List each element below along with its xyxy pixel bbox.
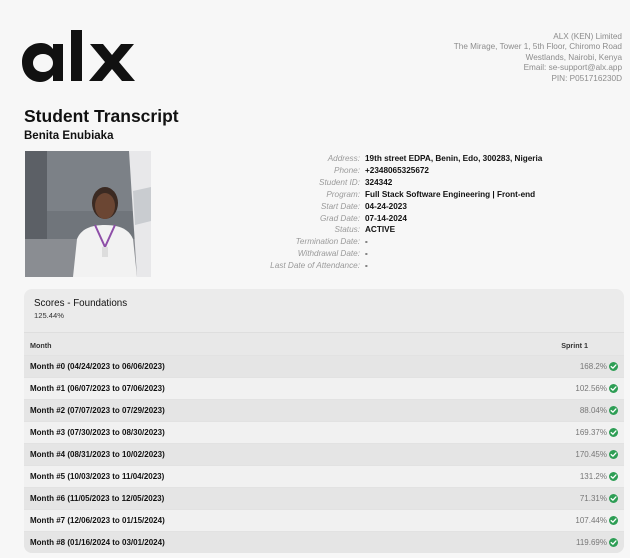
scores-title: Scores - Foundations [34, 298, 128, 309]
detail-label: Status: [334, 225, 361, 235]
sprint-score: 169.37% [575, 428, 607, 437]
sprint-score: 170.45% [575, 450, 607, 459]
detail-row: Status: ACTIVE [200, 224, 620, 236]
detail-row: Withdrawal Date: - [200, 248, 620, 260]
check-circle-icon [609, 384, 618, 393]
detail-label: Withdrawal Date: [297, 249, 360, 259]
detail-label: Student ID: [319, 177, 360, 187]
detail-value: 324342 [365, 177, 393, 187]
detail-value: - [365, 237, 368, 247]
table-row: Month #4 (08/31/2023 to 10/02/2023) 170.4… [24, 443, 624, 465]
detail-value: 07-14-2024 [365, 213, 407, 223]
month-label: Month #5 (10/03/2023 to 11/04/2023) [30, 472, 165, 481]
alx-logo [22, 30, 135, 82]
detail-value: 19th street EDPA, Benin, Edo, 300283, Ni… [365, 154, 543, 163]
month-label: Month #4 (08/31/2023 to 10/02/2023) [30, 450, 165, 459]
detail-label: Program: [326, 189, 360, 199]
column-header-sprint: Sprint 1 [561, 341, 588, 350]
detail-label: Address: [327, 154, 360, 163]
month-label: Month #6 (11/05/2023 to 12/05/2023) [30, 494, 165, 503]
detail-row: Phone: +2348065325672 [200, 165, 620, 177]
detail-value: - [365, 249, 368, 259]
table-row: Month #8 (01/16/2024 to 03/01/2024) 119.6… [24, 531, 624, 553]
detail-value: Full Stack Software Engineering | Front-… [365, 189, 536, 199]
check-circle-icon [609, 494, 618, 503]
detail-label: Start Date: [320, 201, 360, 211]
scores-card: Scores - Foundations 125.44% Month Sprin… [24, 289, 624, 553]
month-label: Month #8 (01/16/2024 to 03/01/2024) [30, 538, 165, 547]
scores-table-body: Month #0 (04/24/2023 to 06/06/2023) 168.2… [24, 355, 624, 553]
table-row: Month #2 (07/07/2023 to 07/29/2023) 88.04… [24, 399, 624, 421]
page-title: Student Transcript [24, 106, 179, 126]
table-row: Month #3 (07/30/2023 to 08/30/2023) 169.3… [24, 421, 624, 443]
sprint-score: 107.44% [575, 516, 607, 525]
month-label: Month #7 (12/06/2023 to 01/15/2024) [30, 516, 165, 525]
detail-label: Grad Date: [319, 213, 360, 223]
detail-value: ACTIVE [365, 225, 396, 235]
table-row: Month #7 (12/06/2023 to 01/15/2024) 107.4… [24, 509, 624, 531]
student-name: Benita Enubiaka [24, 130, 114, 142]
check-circle-icon [609, 428, 618, 437]
sprint-score: 71.31% [579, 494, 607, 503]
detail-row: Program: Full Stack Software Engineering … [200, 189, 620, 201]
check-circle-icon [609, 538, 618, 547]
detail-value: +2348065325672 [365, 165, 429, 175]
table-row: Month #1 (06/07/2023 to 07/06/2023) 102.5… [24, 377, 624, 399]
detail-row: Termination Date: - [200, 236, 620, 248]
company-name: ALX (KEN) Limited [553, 32, 622, 41]
company-address-line1: The Mirage, Tower 1, 5th Floor, Chiromo … [453, 42, 622, 52]
detail-row: Start Date: 04-24-2023 [200, 201, 620, 213]
detail-label: Phone: [334, 165, 360, 175]
detail-row: Last Date of Attendance: - [200, 260, 620, 272]
student-photo [25, 151, 151, 277]
check-circle-icon [609, 472, 618, 481]
table-row: Month #6 (11/05/2023 to 12/05/2023) 71.31… [24, 487, 624, 509]
month-label: Month #0 (04/24/2023 to 06/06/2023) [30, 362, 165, 371]
month-label: Month #3 (07/30/2023 to 08/30/2023) [30, 428, 165, 437]
table-row: Month #5 (10/03/2023 to 11/04/2023) 131.2… [24, 465, 624, 487]
column-header-month: Month [30, 341, 52, 350]
sprint-score: 119.69% [576, 538, 607, 547]
sprint-score: 168.2% [579, 362, 607, 371]
student-details: Address: 19th street EDPA, Benin, Edo, 30… [200, 153, 620, 272]
detail-row: Address: 19th street EDPA, Benin, Edo, 30… [200, 153, 620, 165]
scores-total: 125.44% [34, 311, 64, 320]
company-info: ALX (KEN) Limited The Mirage, Tower 1, 5… [454, 32, 622, 84]
sprint-score: 88.04% [579, 406, 607, 415]
check-circle-icon [609, 450, 618, 459]
company-pin: PIN: P051716230D [551, 73, 622, 83]
sprint-score: 131.2% [579, 472, 607, 481]
check-circle-icon [609, 516, 618, 525]
company-email: Email: se-support@alx.app [523, 63, 622, 73]
sprint-score: 102.56% [575, 384, 607, 393]
scores-table-header: Month Sprint 1 [24, 332, 624, 355]
month-label: Month #1 (06/07/2023 to 07/06/2023) [30, 384, 165, 393]
table-row: Month #0 (04/24/2023 to 06/06/2023) 168.2… [24, 355, 624, 377]
detail-value: - [365, 261, 368, 271]
company-address-line2: Westlands, Nairobi, Kenya [525, 52, 622, 62]
detail-label: Termination Date: [295, 237, 360, 247]
scores-header: Scores - Foundations 125.44% [24, 289, 624, 332]
transcript-page: ALX (KEN) Limited The Mirage, Tower 1, 5… [0, 0, 630, 558]
detail-row: Grad Date: 07-14-2024 [200, 213, 620, 225]
check-circle-icon [609, 406, 618, 415]
detail-value: 04-24-2023 [365, 201, 407, 211]
detail-row: Student ID: 324342 [200, 177, 620, 189]
check-circle-icon [609, 362, 618, 371]
month-label: Month #2 (07/07/2023 to 07/29/2023) [30, 406, 165, 415]
detail-label: Last Date of Attendance: [270, 261, 360, 271]
